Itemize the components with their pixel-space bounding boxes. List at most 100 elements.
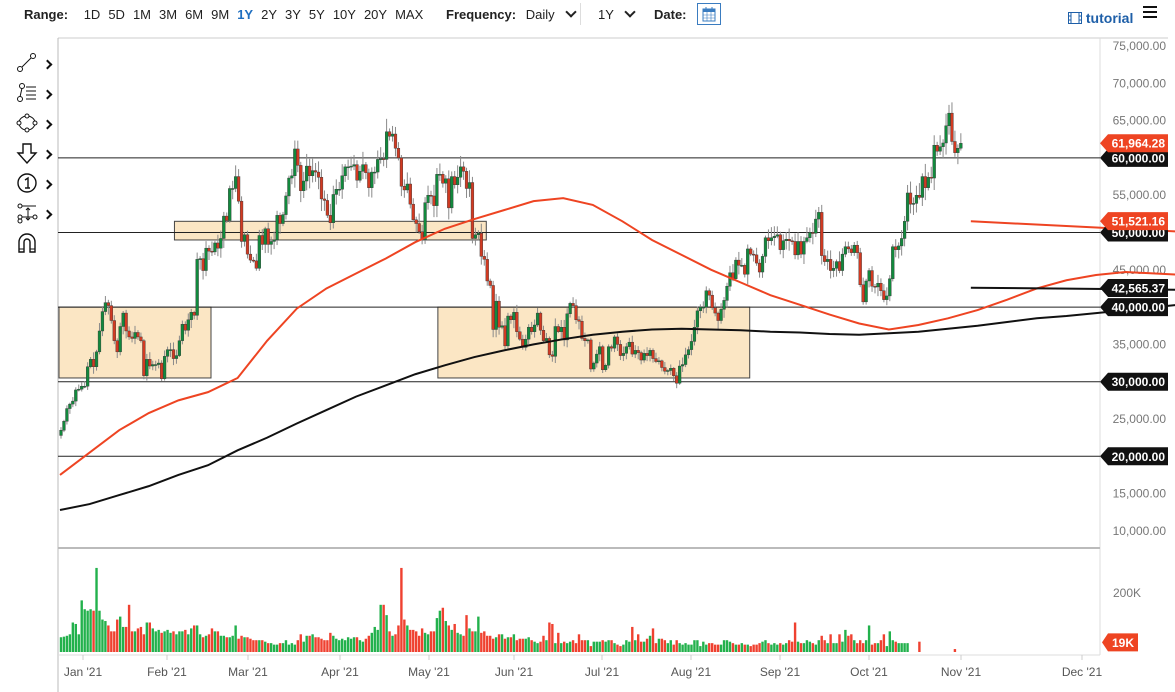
volume-bar-down (172, 631, 175, 652)
volume-bar-up (74, 623, 77, 652)
volume-bar-down (873, 643, 877, 652)
volume-bar-down (557, 632, 560, 652)
volume-bar-up (817, 640, 820, 652)
candle-up (293, 148, 297, 177)
candle-down (239, 200, 244, 242)
candle-up (897, 245, 901, 250)
candle-up (905, 192, 910, 222)
candle-up (814, 218, 818, 234)
candle-up (290, 175, 294, 179)
candle-down (749, 248, 753, 255)
candle-down (447, 178, 451, 209)
volume-bar-down (252, 640, 255, 652)
x-tick-label: Apr '21 (321, 665, 359, 679)
candle-up (689, 341, 694, 350)
volume-bar-up (423, 632, 427, 652)
volume-bar-up (370, 632, 373, 652)
volume-bar-up (696, 640, 699, 652)
candle-down (429, 194, 433, 197)
volume-bar-up (154, 631, 157, 652)
candle-up (666, 370, 670, 372)
volume-badge-label: 19K (1112, 636, 1134, 650)
volume-bar-up (900, 643, 903, 652)
candle-down (793, 241, 797, 256)
volume-bar-down (127, 604, 131, 652)
volume-bar-up (885, 646, 889, 652)
volume-bar-up (669, 640, 672, 652)
volume-bar-down (113, 631, 116, 652)
volume-bar-up (175, 634, 178, 652)
candle-up (257, 235, 261, 269)
price-badge-label: 60,000.00 (1112, 151, 1166, 165)
volume-bar-down (755, 644, 758, 652)
candle-up (157, 362, 161, 365)
volume-bar-down (447, 625, 450, 652)
volume-bar-up (104, 621, 107, 652)
volume-bar-up (435, 618, 439, 652)
candle-down (935, 145, 939, 152)
volume-bar-up (622, 644, 625, 652)
volume-bar-down (355, 637, 359, 652)
volume-bar-down (861, 643, 865, 652)
candle-up (269, 241, 273, 245)
volume-bar-down (317, 637, 320, 652)
candle-down (139, 336, 143, 341)
candle-down (319, 177, 324, 200)
volume-bar-up (554, 643, 557, 652)
volume-bar-up (62, 636, 66, 652)
volume-bar-down (767, 643, 770, 652)
volume-bar-up (702, 641, 705, 652)
candle-up (817, 212, 821, 220)
candle-up (287, 177, 291, 197)
volume-bar-up (426, 634, 430, 652)
price-chart[interactable]: 75,000.00 70,000.00 65,000.00 60,000.00 55,0… (0, 0, 1175, 692)
volume-tick-label: 200K (1113, 586, 1141, 600)
volume-bar-down (616, 644, 619, 652)
candle-up (678, 365, 682, 384)
candle-up (604, 365, 608, 370)
candle-up (494, 300, 498, 330)
candle-up (686, 349, 691, 356)
volume-bar-down (619, 646, 622, 652)
candle-down (829, 259, 833, 271)
volume-bar-down (441, 607, 445, 652)
candle-down (299, 165, 303, 191)
candle-down (790, 240, 794, 242)
candle-up (867, 270, 871, 282)
candle-down (266, 228, 270, 245)
candle-up (826, 259, 830, 262)
candle-down (654, 358, 658, 362)
volume-bar-up (512, 634, 516, 652)
volume-bar-down (779, 643, 782, 652)
candle-down (846, 246, 850, 250)
volume-bar-down (267, 643, 270, 652)
volume-bar-up (725, 640, 729, 652)
candle-up (559, 327, 563, 332)
candle-up (228, 188, 232, 221)
volume-bar-up (844, 629, 847, 652)
candle-up (864, 280, 868, 303)
volume-bar-up (349, 638, 353, 652)
candle-up (769, 237, 773, 241)
volume-bar-up (335, 638, 338, 652)
candle-down (201, 258, 205, 271)
volume-bar-up (746, 644, 749, 652)
y-tick-label: 35,000.00 (1113, 337, 1167, 351)
candle-down (130, 336, 134, 339)
candle-down (675, 375, 679, 384)
volume-bar-up (705, 644, 708, 652)
volume-bar-up (699, 646, 702, 652)
volume-bar-up (681, 644, 684, 652)
candle-up (683, 354, 688, 365)
volume-bar-down (548, 622, 551, 652)
volume-bar-up (693, 640, 696, 652)
volume-bar-up (187, 634, 190, 652)
volume-bar-up (565, 643, 569, 652)
price-badge-label: 30,000.00 (1112, 375, 1166, 389)
volume-bar-down (417, 635, 421, 652)
candle-up (621, 353, 625, 356)
candle-down (710, 294, 714, 309)
volume-bar-up (814, 644, 817, 652)
candle-down (313, 170, 318, 173)
candle-up (213, 242, 217, 253)
